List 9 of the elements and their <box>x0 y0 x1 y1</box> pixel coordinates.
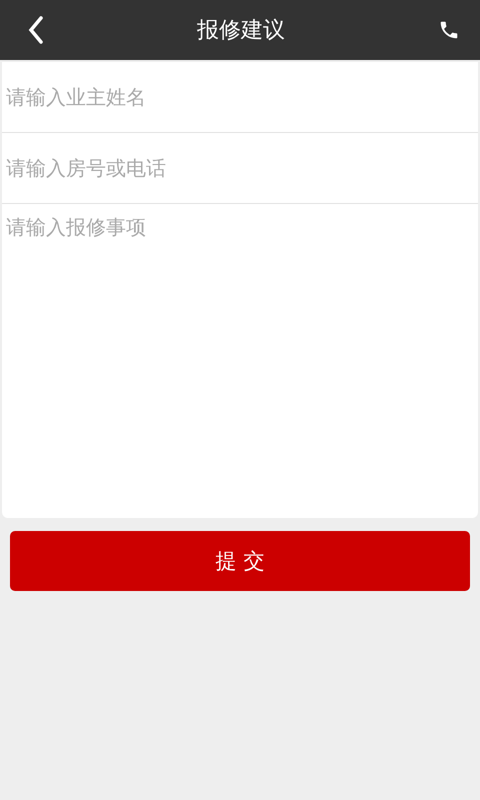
phone-button[interactable] <box>438 19 460 41</box>
back-icon <box>28 16 44 44</box>
submit-button[interactable]: 提 交 <box>10 531 470 591</box>
text-area[interactable]: 请输入报修事项 <box>2 204 478 518</box>
page-title: 报修建议 <box>197 17 285 45</box>
input-field[interactable]: 请输入业主姓名 <box>2 62 478 133</box>
input-field[interactable]: 请输入房号或电话 <box>2 133 478 204</box>
phone-icon <box>438 19 460 41</box>
back-button[interactable] <box>28 16 44 44</box>
